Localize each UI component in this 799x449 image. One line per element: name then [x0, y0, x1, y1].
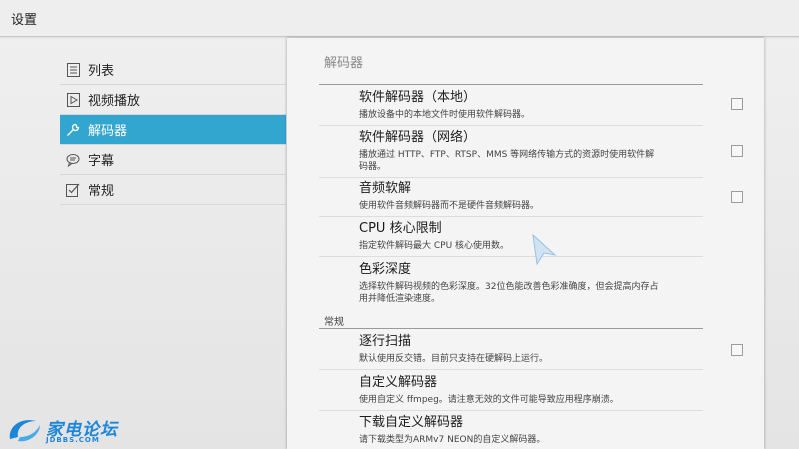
title-bar: 设置 [0, 0, 799, 37]
setting-subtitle: 使用自定义 ffmpeg。请注意无效的文件可能导致应用程序崩溃。 [359, 395, 619, 405]
window-title: 设置 [11, 13, 38, 28]
setting-row-progressive-scan[interactable]: 逐行扫描 默认使用反交错。目前只支持在硬解码上运行。 [359, 334, 703, 365]
setting-row-audio-software-decode[interactable]: 音频软解 使用软件音频解码器而不是硬件音频解码器。 [359, 181, 703, 212]
row-divider [319, 256, 703, 257]
setting-subtitle: 指定软件解码最大 CPU 核心使用数。 [359, 241, 510, 251]
setting-row-custom-decoder[interactable]: 自定义解码器 使用自定义 ffmpeg。请注意无效的文件可能导致应用程序崩溃。 [359, 375, 703, 406]
row-divider [319, 369, 703, 370]
list-icon [66, 62, 80, 77]
row-divider [319, 177, 703, 178]
setting-row-download-custom-decoder[interactable]: 下载自定义解码器 请下载类型为ARMv7 NEON的自定义解码器。 [359, 415, 703, 446]
setting-title: 自定义解码器 [359, 375, 438, 390]
setting-title: 音频软解 [359, 181, 412, 196]
watermark-subtext: JDBBS.COM [46, 436, 100, 444]
sidebar: 列表 视频播放 解码器 字幕 常规 [60, 55, 286, 205]
sidebar-item-label: 字幕 [88, 154, 115, 169]
header-divider [319, 84, 703, 85]
watermark-logo: 家电论坛 JDBBS.COM [6, 415, 128, 447]
decoder-settings-panel: 解码器 软件解码器（本地） 播放设备中的本地文件时使用软件解码器。 软件解码器（… [287, 38, 764, 449]
row-divider [319, 410, 703, 411]
pointer-cursor-icon [531, 233, 557, 271]
setting-subtitle: 播放通过 HTTP、FTP、RTSP、MMS 等网络传输方式的资源时使用软件解码… [359, 150, 655, 172]
section-label-general: 常规 [324, 317, 344, 328]
sidebar-item-list[interactable]: 列表 [60, 55, 286, 85]
checklist-icon [66, 183, 80, 197]
wrench-icon [66, 123, 80, 137]
row-divider [319, 125, 703, 126]
sidebar-item-decoder[interactable]: 解码器 [60, 115, 286, 145]
setting-row-software-decoder-local[interactable]: 软件解码器（本地） 播放设备中的本地文件时使用软件解码器。 [359, 90, 703, 121]
checkbox-software-decoder-local[interactable] [731, 98, 743, 110]
sidebar-item-label: 常规 [88, 184, 115, 199]
setting-subtitle: 请下载类型为ARMv7 NEON的自定义解码器。 [359, 435, 546, 445]
sidebar-item-video-playback[interactable]: 视频播放 [60, 85, 286, 115]
setting-subtitle: 使用软件音频解码器而不是硬件音频解码器。 [359, 201, 540, 211]
setting-title: 下载自定义解码器 [359, 415, 464, 430]
sidebar-item-label: 解码器 [88, 124, 128, 139]
checkbox-audio-software-decode[interactable] [731, 191, 743, 203]
setting-subtitle: 选择软件解码视频的色彩深度。32位色能改善色彩准确度，但会提高内存占用并降低渲染… [359, 282, 659, 304]
sidebar-item-label: 列表 [88, 64, 115, 79]
setting-subtitle: 播放设备中的本地文件时使用软件解码器。 [359, 110, 531, 120]
setting-title: 软件解码器（网络） [359, 130, 477, 145]
section-divider [319, 328, 703, 329]
panel-header: 解码器 [324, 56, 364, 71]
setting-title: 软件解码器（本地） [359, 90, 477, 105]
sidebar-item-subtitles[interactable]: 字幕 [60, 145, 286, 175]
sidebar-item-label: 视频播放 [88, 94, 141, 109]
setting-title: 逐行扫描 [359, 334, 412, 349]
checkbox-software-decoder-network[interactable] [731, 145, 743, 157]
setting-row-software-decoder-network[interactable]: 软件解码器（网络） 播放通过 HTTP、FTP、RTSP、MMS 等网络传输方式… [359, 130, 703, 173]
play-icon [66, 92, 80, 107]
checkbox-progressive-scan[interactable] [731, 344, 743, 356]
setting-subtitle: 默认使用反交错。目前只支持在硬解码上运行。 [359, 354, 549, 364]
row-divider [319, 216, 703, 217]
watermark-swoosh-icon [9, 420, 40, 442]
speech-bubble-icon [66, 153, 80, 167]
sidebar-item-general[interactable]: 常规 [60, 175, 286, 205]
